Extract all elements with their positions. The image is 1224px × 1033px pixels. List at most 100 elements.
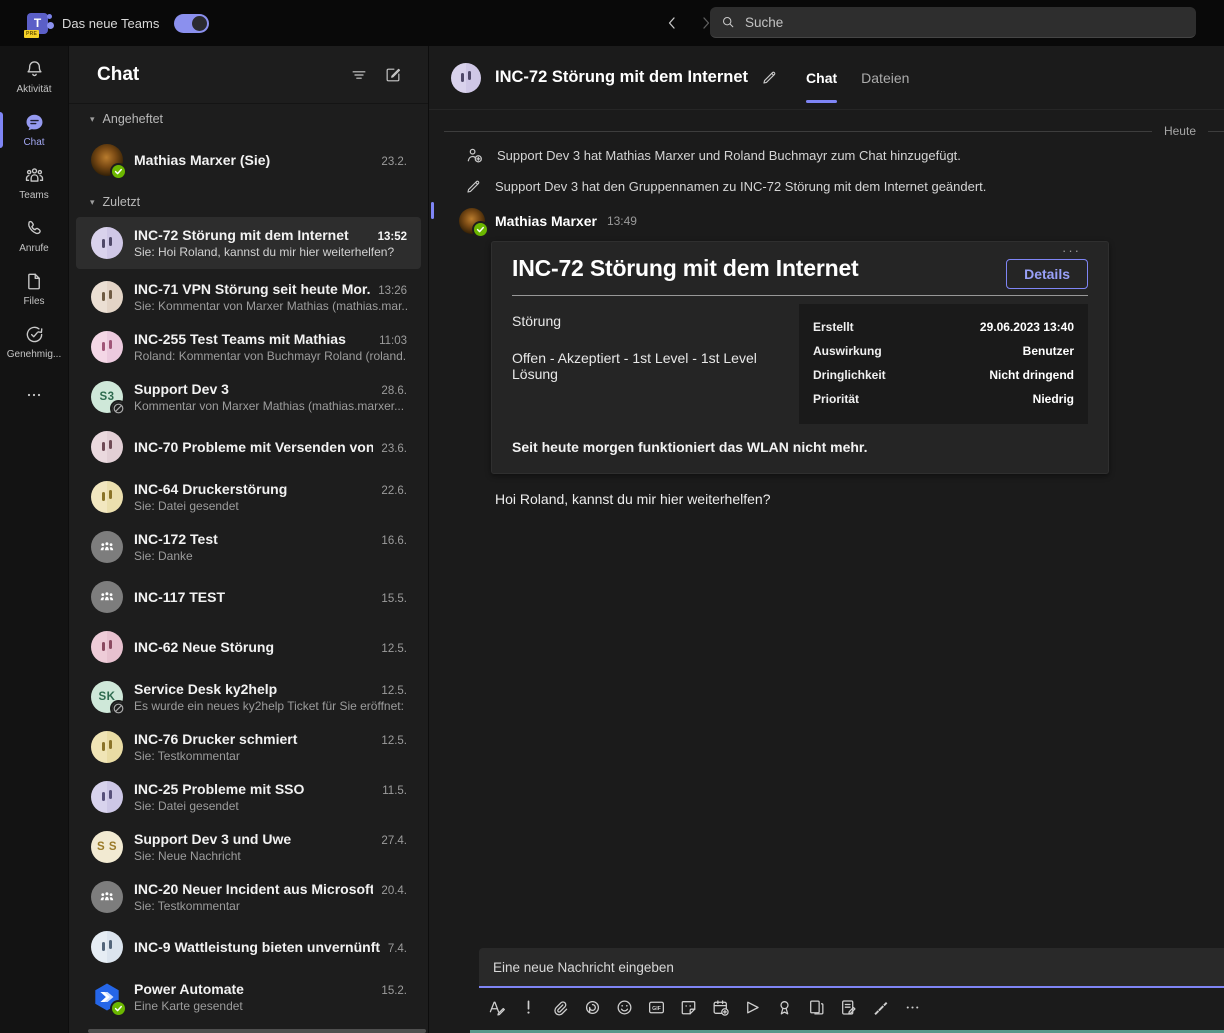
rail-item-teams[interactable]: Teams [0, 165, 68, 201]
group-avatar [91, 431, 123, 463]
new-chat-icon[interactable] [384, 66, 402, 84]
group-avatar [91, 331, 123, 363]
conversation-pane: INC-72 Störung mit dem Internet Chat Dat… [428, 46, 1224, 1033]
person-add-icon [465, 146, 484, 165]
chat-item-time: 23.2. [381, 156, 407, 168]
chat-list-item[interactable]: S3 Support Dev 328.6. Kommentar von Marx… [76, 372, 421, 421]
rail-item-anrufe[interactable]: Anrufe [0, 218, 68, 254]
chat-list-item[interactable]: INC-255 Test Teams mit Mathias11:03 Rola… [76, 322, 421, 371]
rail-item-genehmigungen[interactable]: Genehmig... [0, 324, 68, 360]
calendar-add-icon[interactable] [708, 995, 732, 1019]
incident-card: ··· Details INC-72 Störung mit dem Inter… [491, 241, 1109, 474]
chat-item-title: Service Desk ky2help [134, 681, 373, 697]
group-avatar [91, 481, 123, 513]
praise-icon[interactable] [772, 995, 796, 1019]
chat-item-title: INC-71 VPN Störung seit heute Mor... [134, 281, 370, 297]
chat-item-time: 20.4. [381, 885, 407, 897]
back-icon[interactable] [664, 15, 680, 31]
importance-icon[interactable] [516, 995, 540, 1019]
teams-logo-dot [47, 14, 52, 19]
rail-item-files[interactable]: Files [0, 271, 68, 307]
chat-list-item[interactable]: INC-117 TEST15.5. [76, 572, 421, 621]
bot-avatar: S3 [91, 381, 123, 413]
chat-list-item[interactable]: INC-72 Störung mit dem Internet13:52 Sie… [76, 217, 421, 269]
section-angeheftet[interactable]: ▾ Angeheftet [69, 104, 428, 134]
chat-list-item[interactable]: INC-9 Wattleistung bieten unvernünfti...… [76, 922, 421, 971]
conversation-header: INC-72 Störung mit dem Internet Chat Dat… [429, 46, 1224, 110]
chat-list-item[interactable]: Power Automate15.2. Eine Karte gesendet [76, 972, 421, 1021]
chat-item-time: 22.6. [381, 485, 407, 497]
top-bar: T PRE Das neue Teams [0, 0, 1224, 46]
card-description: Seit heute morgen funktioniert das WLAN … [512, 439, 1088, 455]
chat-list-item[interactable]: INC-20 Neuer Incident aus Microsoft ...2… [76, 872, 421, 921]
chat-item-preview: Sie: Danke [134, 549, 407, 563]
details-button[interactable]: Details [1006, 259, 1088, 289]
pages-icon[interactable] [804, 995, 828, 1019]
approvals-compose-icon[interactable] [836, 995, 860, 1019]
section-zuletzt[interactable]: ▾ Zuletzt [69, 187, 428, 217]
chat-list-item[interactable]: INC-64 Druckerstörung22.6. Sie: Datei ge… [76, 472, 421, 521]
chat-list-item[interactable]: INC-172 Test16.6. Sie: Danke [76, 522, 421, 571]
chat-item-preview: Sie: Neue Nachricht [134, 849, 407, 863]
message-input[interactable] [479, 948, 1224, 988]
new-teams-toggle[interactable] [174, 14, 209, 33]
active-rail-indicator [0, 112, 3, 148]
horizontal-scrollbar[interactable] [88, 1029, 426, 1033]
card-more-icon[interactable]: ··· [1062, 243, 1081, 258]
gif-icon[interactable]: GIF [644, 995, 668, 1019]
message-text: Hoi Roland, kannst du mir hier weiterhel… [495, 491, 1224, 507]
chat-item-preview: Sie: Datei gesendet [134, 499, 407, 513]
chat-list-scroll: ▾ Angeheftet Mathias Marxer (Sie) 23.2. ▾… [69, 104, 428, 1033]
search-input[interactable] [745, 15, 1186, 30]
chat-list-item[interactable]: INC-25 Probleme mit SSO11.5. Sie: Datei … [76, 772, 421, 821]
compose-area: GIF [479, 948, 1224, 1019]
toggle-knob [192, 16, 207, 31]
conversation-avatar [451, 63, 481, 93]
chevron-down-icon: ▾ [90, 114, 95, 125]
loop-icon[interactable] [580, 995, 604, 1019]
chat-list-item[interactable]: INC-71 VPN Störung seit heute Mor...13:2… [76, 272, 421, 321]
emoji-icon[interactable] [612, 995, 636, 1019]
rail-item-aktivitaet[interactable]: Aktivität [0, 59, 68, 95]
phone-icon [24, 218, 45, 239]
chat-list-item[interactable]: Mathias Marxer (Sie) 23.2. [76, 134, 421, 186]
group-avatar [91, 931, 123, 963]
rail-more-button[interactable] [0, 385, 68, 405]
tab-dateien[interactable]: Dateien [849, 46, 921, 110]
message-list: Heute Support Dev 3 hat Mathias Marxer u… [429, 124, 1224, 507]
rail-item-chat[interactable]: Chat [0, 112, 68, 148]
chat-list-title: Chat [97, 64, 334, 86]
chat-item-title: Mathias Marxer (Sie) [134, 152, 373, 168]
edit-name-pencil-icon[interactable] [761, 69, 778, 86]
user-avatar [91, 144, 123, 176]
power-automate-avatar [91, 981, 123, 1013]
send-later-icon[interactable] [740, 995, 764, 1019]
group-avatar: S S [91, 831, 123, 863]
status-blocked-icon [112, 702, 125, 715]
tab-chat[interactable]: Chat [794, 46, 849, 110]
chat-item-time: 15.2. [381, 985, 407, 997]
search-box[interactable] [710, 7, 1196, 38]
search-icon [720, 14, 736, 30]
bot-avatar: SK [91, 681, 123, 713]
date-divider: Heute [429, 124, 1224, 138]
format-icon[interactable] [484, 995, 508, 1019]
stream-icon[interactable] [868, 995, 892, 1019]
chat-list-item[interactable]: INC-76 Drucker schmiert12.5. Sie: Testko… [76, 722, 421, 771]
chat-item-title: Support Dev 3 [134, 381, 373, 397]
chat-item-time: 11:03 [379, 335, 407, 347]
chat-list-item[interactable]: INC-70 Probleme mit Versenden von ...23.… [76, 422, 421, 471]
chat-list-item[interactable]: INC-62 Neue Störung12.5. [76, 622, 421, 671]
chat-list-item[interactable]: S S Support Dev 3 und Uwe27.4. Sie: Neue… [76, 822, 421, 871]
chat-item-preview: Kommentar von Marxer Mathias (mathias.ma… [134, 399, 407, 413]
chat-list-item[interactable]: SK Service Desk ky2help12.5. Es wurde ei… [76, 672, 421, 721]
new-teams-label: Das neue Teams [62, 16, 159, 31]
sticker-icon[interactable] [676, 995, 700, 1019]
attach-icon[interactable] [548, 995, 572, 1019]
filter-icon[interactable] [350, 66, 368, 84]
chat-item-time: 13:52 [378, 231, 407, 243]
chat-item-time: 23.6. [381, 443, 407, 455]
chat-item-time: 11.5. [382, 785, 407, 797]
chat-item-preview: Eine Karte gesendet [134, 999, 407, 1013]
more-icon[interactable] [900, 995, 924, 1019]
